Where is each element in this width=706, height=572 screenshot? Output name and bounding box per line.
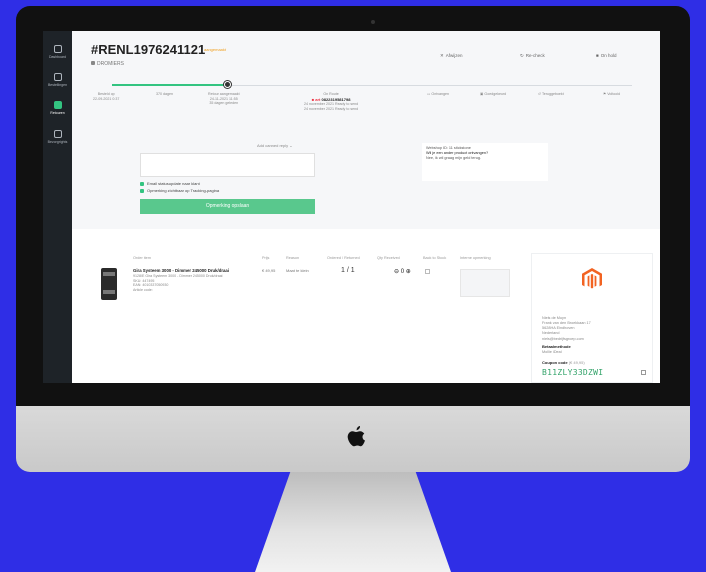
refresh-icon: ↻ <box>520 53 524 58</box>
sidebar-item-bezorgrights[interactable]: Bezorgrights <box>43 130 72 144</box>
rights-icon <box>53 130 62 138</box>
dealer-label: DROMIERS <box>91 61 124 67</box>
sidebar-item-bestellingen[interactable]: Bestellingen <box>43 73 72 87</box>
step-days: 370 dagen <box>156 92 173 96</box>
home-icon <box>53 45 62 53</box>
row-reason: Maat te klein <box>286 268 309 273</box>
email-status-checkbox[interactable]: Email statusupdate naar klant <box>140 181 200 186</box>
step-ontvangen: ▭ Ontvangen <box>427 92 449 96</box>
progress-current-dot <box>224 81 231 88</box>
camera-icon <box>371 20 375 24</box>
checkbox-checked-icon <box>140 188 144 193</box>
back-to-stock-checkbox[interactable] <box>425 269 430 274</box>
step-on-route: On Route ■ art 0822319581798 24 november… <box>304 92 359 111</box>
step-retour-aangemaakt: Retour aangemaakt 24-11-2021 11:55 35 da… <box>208 92 240 106</box>
tracking-visible-checkbox[interactable]: Opmerking zichtbaar op Tracking-pagina <box>140 188 219 193</box>
table-row: Gira Systeem 3000 - Dimmer 245000 Druk/d… <box>133 268 230 293</box>
status-badge: aangemaakt <box>204 47 227 52</box>
magento-logo-icon <box>582 268 602 289</box>
qty-received-stepper[interactable]: ⊖ 0 ⊕ <box>394 268 411 275</box>
row-qty: 1 / 1 <box>341 267 355 274</box>
note-textarea[interactable] <box>140 153 315 177</box>
tag-icon <box>91 61 95 65</box>
col-back-to-stock: Back to Stock <box>423 256 447 260</box>
coupon-code: B11ZLY33DZWI <box>542 368 604 377</box>
orders-icon <box>53 73 62 81</box>
col-order-item: Order item <box>133 256 151 260</box>
page-title: #RENL1976241121 <box>91 42 206 57</box>
col-interne-opmerking: Interne opmerking <box>460 256 491 260</box>
customer-address: Niels de Muyn Frank van den Broekkaan 17… <box>542 316 591 341</box>
sidebar-item-retouren[interactable]: Retouren <box>43 101 72 115</box>
lock-icon: ■ <box>596 53 599 58</box>
col-prijs: Prijs <box>262 256 270 260</box>
col-reason: Reason <box>286 256 300 260</box>
step-besteld-op: Besteld op 22-09-2021 0:37 <box>93 92 120 101</box>
payment-label: Betaalmethode <box>542 344 571 349</box>
canned-reply-select[interactable]: Add canned reply ⌄ <box>257 143 293 148</box>
payment-value: Mollie iDeal <box>542 350 562 354</box>
imac-stand <box>255 472 451 572</box>
customer-message: Webshop ID: 11 stickstone Wil je een and… <box>422 143 548 181</box>
col-qty-received: Qty Received <box>377 256 400 260</box>
save-note-button[interactable]: Opmerking opslaan <box>140 199 315 214</box>
main-content: #RENL1976241121 aangemaakt DROMIERS ✕ Afw… <box>72 31 660 383</box>
col-ordered-returned: Ordered / Returned <box>327 256 360 260</box>
progress-fill <box>112 84 227 86</box>
returns-icon <box>53 101 62 109</box>
copy-icon[interactable] <box>641 370 646 375</box>
minus-icon[interactable]: ⊖ <box>394 269 399 275</box>
sidebar-item-dashboard[interactable]: Dashboard <box>43 45 72 59</box>
customer-card: Niels de Muyn Frank van den Broekkaan 17… <box>531 253 653 383</box>
recheck-button[interactable]: ↻ Re-check <box>520 53 545 59</box>
sidebar: Dashboard Bestellingen Retouren Bezorgri… <box>43 31 72 383</box>
step-voltooid: ⚑ Voltooid <box>603 92 621 96</box>
order-header-panel: #RENL1976241121 aangemaakt DROMIERS ✕ Afw… <box>72 31 660 229</box>
row-price: € 49,95 <box>262 268 276 273</box>
checkbox-checked-icon <box>140 181 144 186</box>
coupon-label: Coupon code (€ 49,95) <box>542 360 585 365</box>
reject-button[interactable]: ✕ Afwijzen <box>440 53 463 59</box>
on-hold-button[interactable]: ■ On hold <box>596 53 616 58</box>
product-image <box>101 268 117 300</box>
internal-note-input[interactable] <box>460 269 510 297</box>
app-screen: Dashboard Bestellingen Retouren Bezorgri… <box>43 31 660 383</box>
step-goedgekeurd: ▣ Goedgekeurd <box>480 92 507 96</box>
chevron-down-icon: ⌄ <box>289 143 293 148</box>
close-icon: ✕ <box>440 53 444 58</box>
step-teruggeboekt: ↺ Teruggeboekt <box>538 92 564 96</box>
apple-logo-icon <box>347 426 365 447</box>
plus-icon[interactable]: ⊕ <box>406 269 411 275</box>
